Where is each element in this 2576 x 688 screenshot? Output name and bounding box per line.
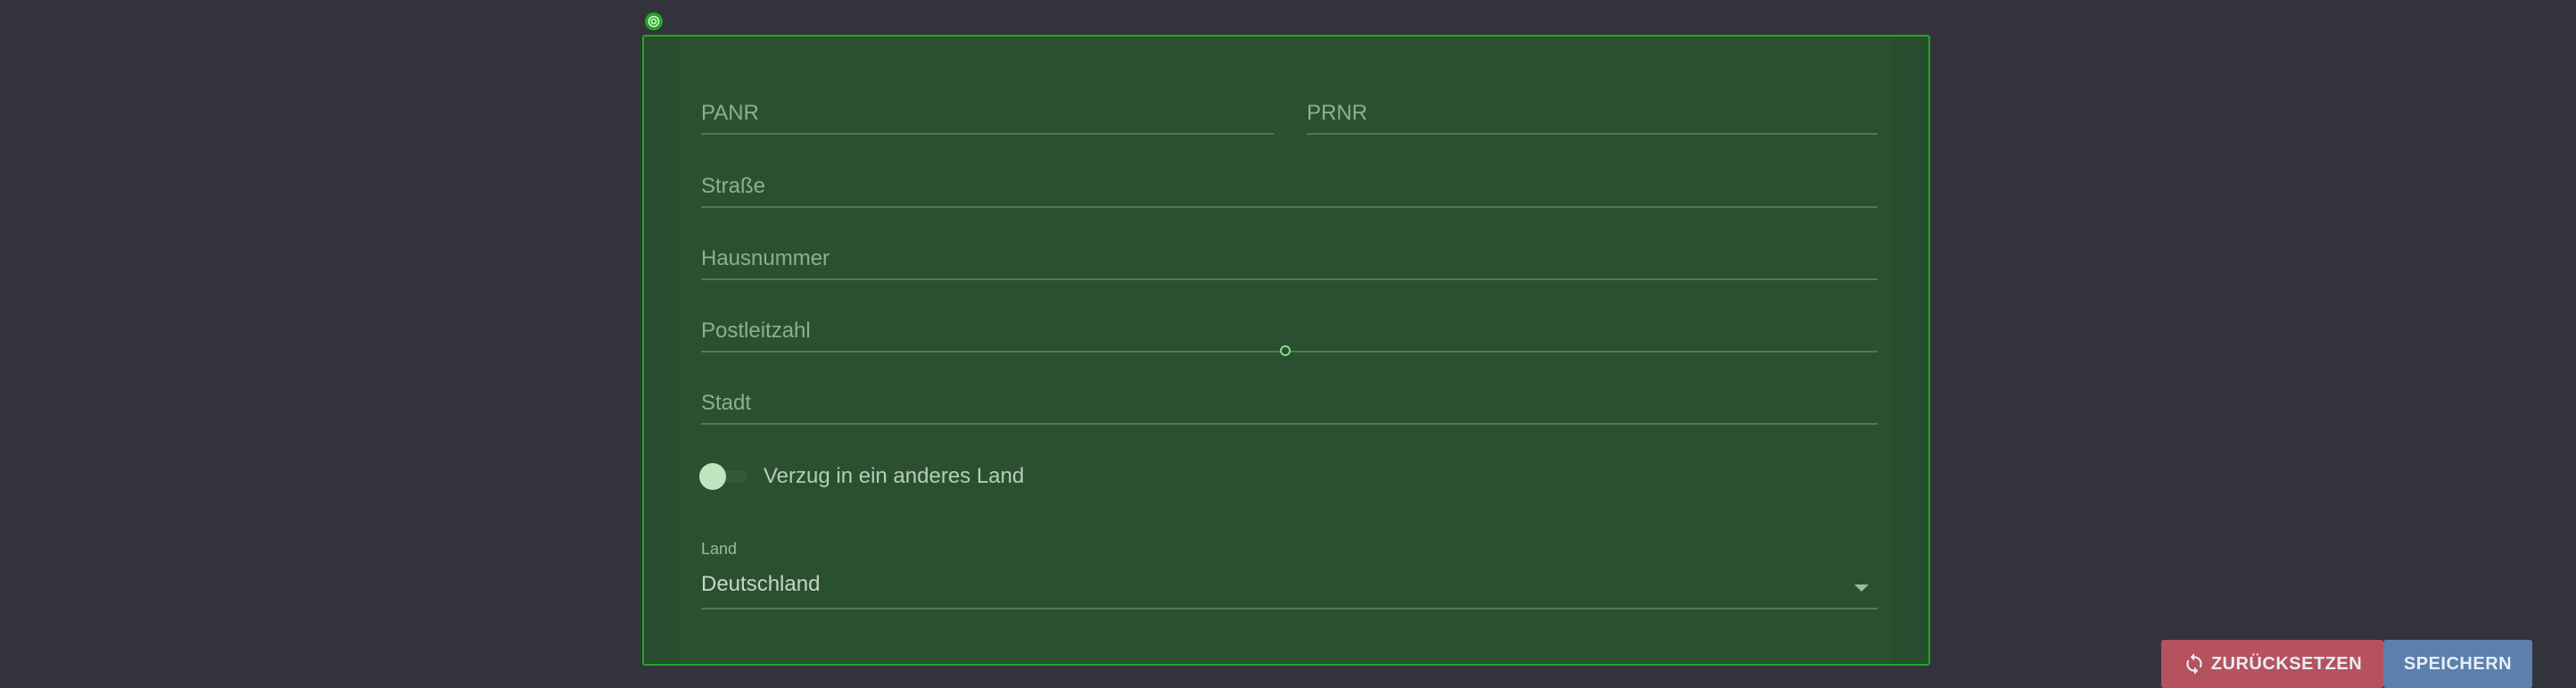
toggle-thumb: [699, 463, 726, 490]
reset-button[interactable]: ZURÜCKSETZEN: [2161, 640, 2383, 688]
panr-field[interactable]: PANR: [701, 88, 1274, 135]
refresh-icon: [2186, 653, 2202, 675]
strasse-placeholder: Straße: [701, 174, 766, 198]
stadt-field[interactable]: Stadt: [701, 378, 1878, 425]
address-form-panel: PANR PRNR Straße Hausnummer Postleitzahl…: [642, 35, 2532, 688]
stadt-placeholder: Stadt: [701, 391, 752, 415]
hausnummer-field[interactable]: Hausnummer: [701, 234, 1878, 280]
move-abroad-toggle[interactable]: [699, 463, 751, 490]
hausnummer-placeholder: Hausnummer: [701, 246, 830, 270]
country-label: Land: [701, 540, 738, 558]
panel-right-gutter: [1893, 37, 1928, 664]
reset-button-label: ZURÜCKSETZEN: [2210, 653, 2363, 674]
postleitzahl-field[interactable]: Postleitzahl: [701, 306, 1878, 352]
postleitzahl-placeholder: Postleitzahl: [701, 319, 811, 343]
panel-left-gutter: [644, 37, 680, 664]
save-button-label: SPEICHERN: [2403, 653, 2513, 674]
target-icon: [645, 12, 663, 30]
resize-handle[interactable]: [1280, 345, 1291, 356]
prnr-placeholder: PRNR: [1307, 101, 1368, 125]
move-abroad-label[interactable]: Verzug in ein anderes Land: [764, 464, 1024, 489]
save-button[interactable]: SPEICHERN: [2383, 640, 2532, 688]
panr-placeholder: PANR: [701, 101, 759, 125]
prnr-field[interactable]: PRNR: [1307, 88, 1878, 135]
country-value: Deutschland: [701, 572, 821, 596]
caret-down-icon: [1854, 584, 1869, 592]
strasse-field[interactable]: Straße: [701, 162, 1878, 208]
country-select[interactable]: Land Deutschland: [701, 540, 1878, 609]
